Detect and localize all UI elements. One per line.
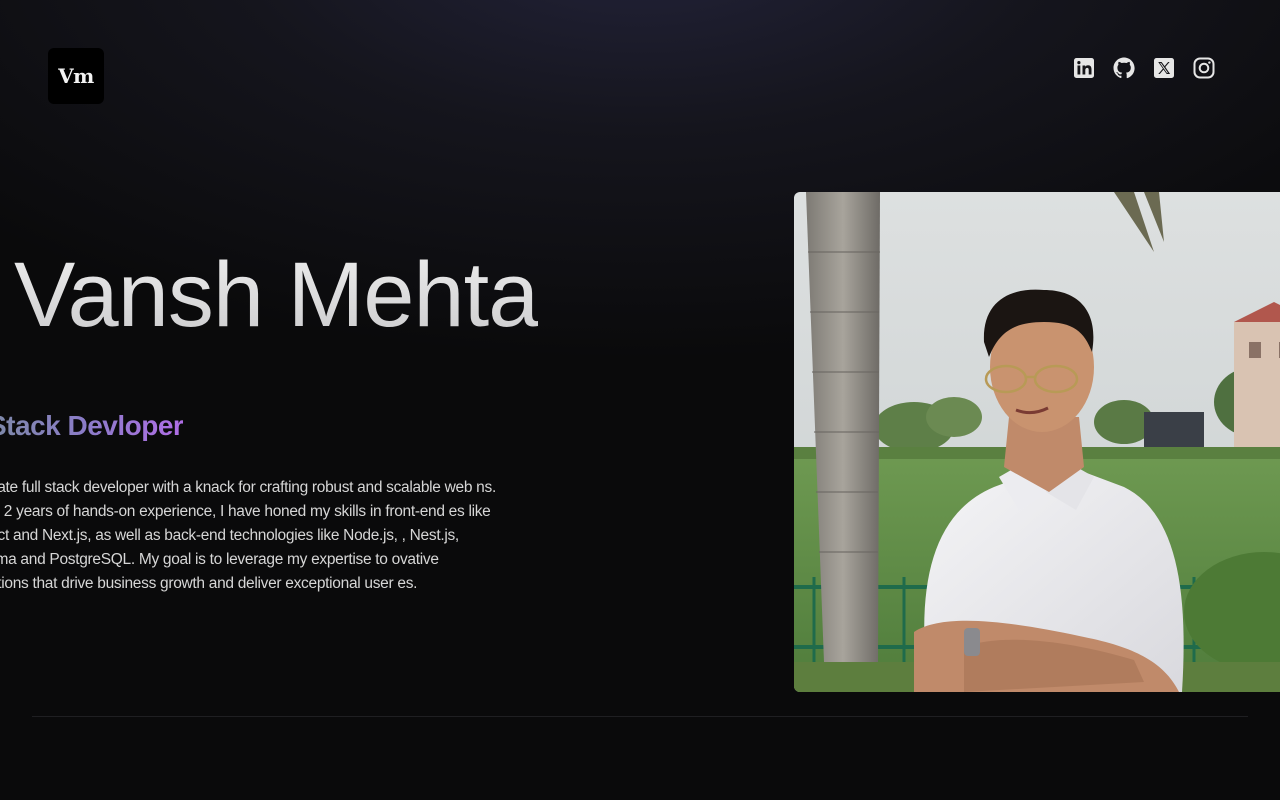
site-header: Vm: [0, 0, 1280, 140]
instagram-icon: [1193, 57, 1215, 79]
github-icon: [1113, 57, 1135, 79]
linkedin-link[interactable]: [1072, 56, 1096, 80]
bio-paragraph: sionate full stack developer with a knac…: [0, 479, 496, 592]
x-link[interactable]: [1152, 56, 1176, 80]
social-links: [1072, 56, 1216, 80]
linkedin-icon: [1074, 58, 1094, 78]
section-divider: [32, 716, 1248, 717]
x-icon: [1154, 58, 1174, 78]
hero-name: Vansh Mehta: [14, 240, 539, 350]
profile-photo: [794, 192, 1280, 692]
github-link[interactable]: [1112, 56, 1136, 80]
role-title: Stack Devloper: [0, 406, 184, 446]
logo[interactable]: Vm: [48, 48, 104, 104]
instagram-link[interactable]: [1192, 56, 1216, 80]
